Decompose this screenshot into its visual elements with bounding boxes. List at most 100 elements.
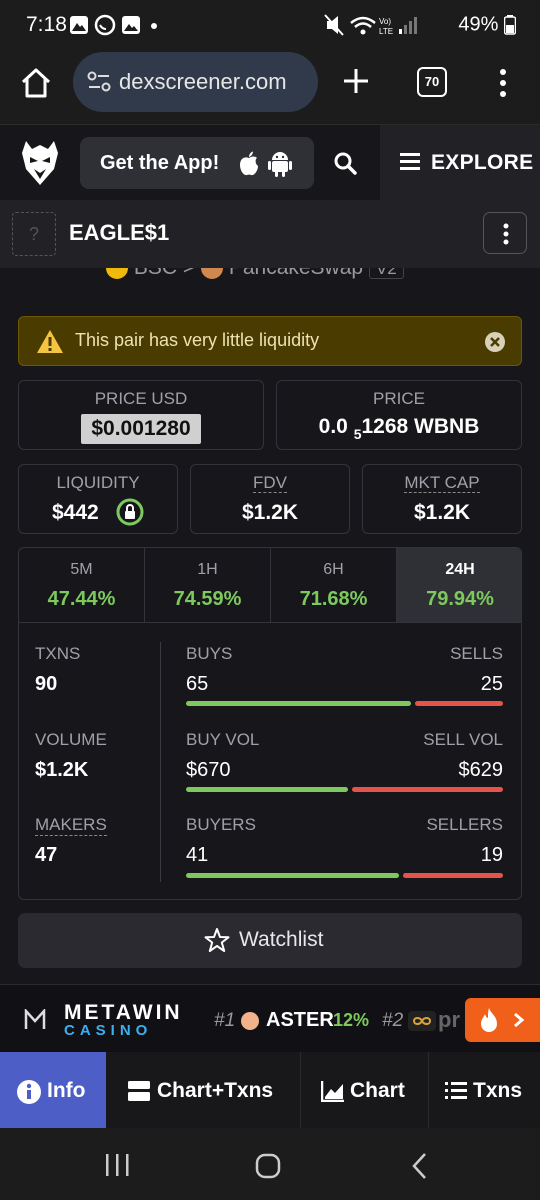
apple-icon: [240, 151, 258, 176]
price-usd-value: $0.001280: [91, 417, 191, 440]
status-time: 7:18: [26, 13, 67, 36]
transaction-stats: TXNS 90 BUYS 65 SELLS 25 VOLUME $1.2K BU…: [18, 622, 522, 900]
pair-details: BSC > PancakeSwap V2 This pair has very …: [0, 268, 540, 984]
pair-breadcrumb: BSC > PancakeSwap V2: [106, 268, 404, 280]
fire-icon: [481, 1008, 497, 1032]
search-icon[interactable]: [333, 151, 357, 175]
bsc-chain-icon: [106, 268, 128, 280]
aster-token-icon: [241, 1012, 259, 1030]
nav-txns[interactable]: Txns: [428, 1052, 540, 1128]
nav-chart-txns[interactable]: Chart+Txns: [106, 1052, 300, 1128]
ad-trending-button[interactable]: [465, 998, 540, 1042]
ad-banner[interactable]: METAWIN CASINO #1 ASTER 12% #2 pr: [0, 984, 540, 1053]
makers-label[interactable]: MAKERS: [35, 815, 107, 836]
sell-vol-label: SELL VOL: [423, 730, 503, 749]
liquidity-label: LIQUIDITY: [56, 473, 140, 492]
ad-rank1-change: 12%: [333, 1010, 370, 1030]
more-vertical-icon: [503, 223, 509, 245]
pair-menu-button[interactable]: [483, 212, 527, 254]
url-bar[interactable]: dexscreener.com: [73, 52, 318, 112]
tab-1h-value: 74.59%: [173, 588, 242, 610]
ad-rank2: #2: [382, 1010, 404, 1031]
tab-5m[interactable]: 5M 47.44%: [19, 548, 145, 622]
tab-1h[interactable]: 1H 74.59%: [145, 548, 271, 622]
get-app-button[interactable]: Get the App!: [80, 137, 314, 189]
tab-switcher-button[interactable]: 70: [417, 67, 447, 97]
sellers-label: SELLERS: [426, 815, 503, 834]
nav-chart[interactable]: Chart: [300, 1052, 428, 1128]
buyers-label: BUYERS: [186, 815, 256, 834]
tab-6h[interactable]: 6H 71.68%: [271, 548, 397, 622]
token-placeholder-icon: ?: [12, 212, 56, 256]
chart-icon: [321, 1081, 344, 1102]
tab-5m-label: 5M: [70, 561, 93, 578]
system-nav-bar: [0, 1128, 540, 1200]
sells-label: SELLS: [450, 644, 503, 663]
star-icon: [204, 928, 230, 952]
liquidity-card: LIQUIDITY $442: [18, 464, 178, 534]
makers-value: 47: [35, 844, 58, 866]
stats-divider: [160, 642, 161, 882]
price-native-value: 0.0 51268 WBNB: [277, 415, 521, 442]
close-warning-icon[interactable]: [484, 331, 506, 353]
metawin-logo-icon: [24, 1009, 46, 1029]
svg-text:LTE: LTE: [379, 27, 393, 36]
list-icon: [445, 1082, 467, 1099]
txns-value: 90: [35, 673, 58, 695]
price-native-card: PRICE 0.0 51268 WBNB: [276, 380, 522, 450]
volume-value: $1.2K: [35, 759, 89, 781]
mktcap-label[interactable]: MKT CAP: [404, 473, 480, 493]
dex-name[interactable]: PancakeSwap: [229, 268, 363, 279]
price-usd-label: PRICE USD: [94, 389, 188, 408]
mktcap-card: MKT CAP $1.2K: [362, 464, 522, 534]
fdv-value: $1.2K: [241, 501, 299, 524]
android-icon: [268, 152, 292, 177]
sellers-value: 19: [480, 844, 503, 866]
fdv-label[interactable]: FDV: [253, 473, 287, 493]
sellers-bar: [403, 873, 503, 878]
browser-toolbar: dexscreener.com 70: [0, 50, 540, 124]
tab-24h[interactable]: 24H 79.94%: [397, 548, 521, 622]
nav-info[interactable]: Info: [0, 1052, 106, 1128]
price-native-label: PRICE: [373, 389, 425, 408]
watchlist-button[interactable]: Watchlist: [18, 913, 522, 968]
url-text: dexscreener.com: [119, 69, 287, 94]
infinity-token-icon: [408, 1011, 436, 1031]
price-native-prefix: 0.0: [318, 415, 348, 438]
split-view-icon: [128, 1081, 150, 1101]
svg-text:Vo): Vo): [379, 17, 391, 26]
back-icon[interactable]: [410, 1152, 428, 1180]
fdv-card: FDV $1.2K: [190, 464, 350, 534]
nav-chart-txns-label: Chart+Txns: [157, 1079, 274, 1102]
explore-button[interactable]: EXPLORE: [380, 125, 540, 201]
new-tab-icon[interactable]: [342, 67, 370, 95]
fdv-label-wrap: FDV: [191, 473, 349, 493]
browser-menu-icon[interactable]: [496, 67, 510, 99]
nav-txns-label: Txns: [473, 1079, 523, 1102]
buyers-bar: [186, 873, 399, 878]
buy-vol-label: BUY VOL: [186, 730, 260, 749]
ad-rank2-token: pr: [438, 1007, 460, 1032]
price-native-rest: 1268 WBNB: [361, 415, 480, 438]
info-icon: [17, 1080, 41, 1104]
dexscreener-logo-icon[interactable]: [20, 139, 60, 187]
tab-5m-value: 47.44%: [47, 588, 116, 610]
tab-24h-value: 79.94%: [426, 588, 494, 610]
buys-value: 65: [186, 673, 209, 695]
site-settings-icon[interactable]: [87, 71, 111, 93]
buyers-value: 41: [186, 844, 209, 866]
get-app-label: Get the App!: [100, 152, 220, 174]
dex-version-badge: V2: [368, 268, 404, 279]
recent-apps-icon[interactable]: [104, 1153, 130, 1177]
buy-vol-bar: [186, 787, 348, 792]
lock-icon[interactable]: [116, 498, 144, 526]
bottom-nav: Info Chart+Txns Chart Txns: [0, 1052, 540, 1128]
home-icon[interactable]: [20, 67, 52, 99]
site-header: Get the App! EXPLORE: [0, 124, 540, 201]
chain-name[interactable]: BSC: [134, 268, 177, 279]
mktcap-label-wrap: MKT CAP: [363, 473, 521, 493]
sell-vol-bar: [352, 787, 503, 792]
explore-label: EXPLORE: [431, 151, 534, 174]
home-button-icon[interactable]: [255, 1153, 281, 1179]
hamburger-icon: [400, 153, 420, 170]
